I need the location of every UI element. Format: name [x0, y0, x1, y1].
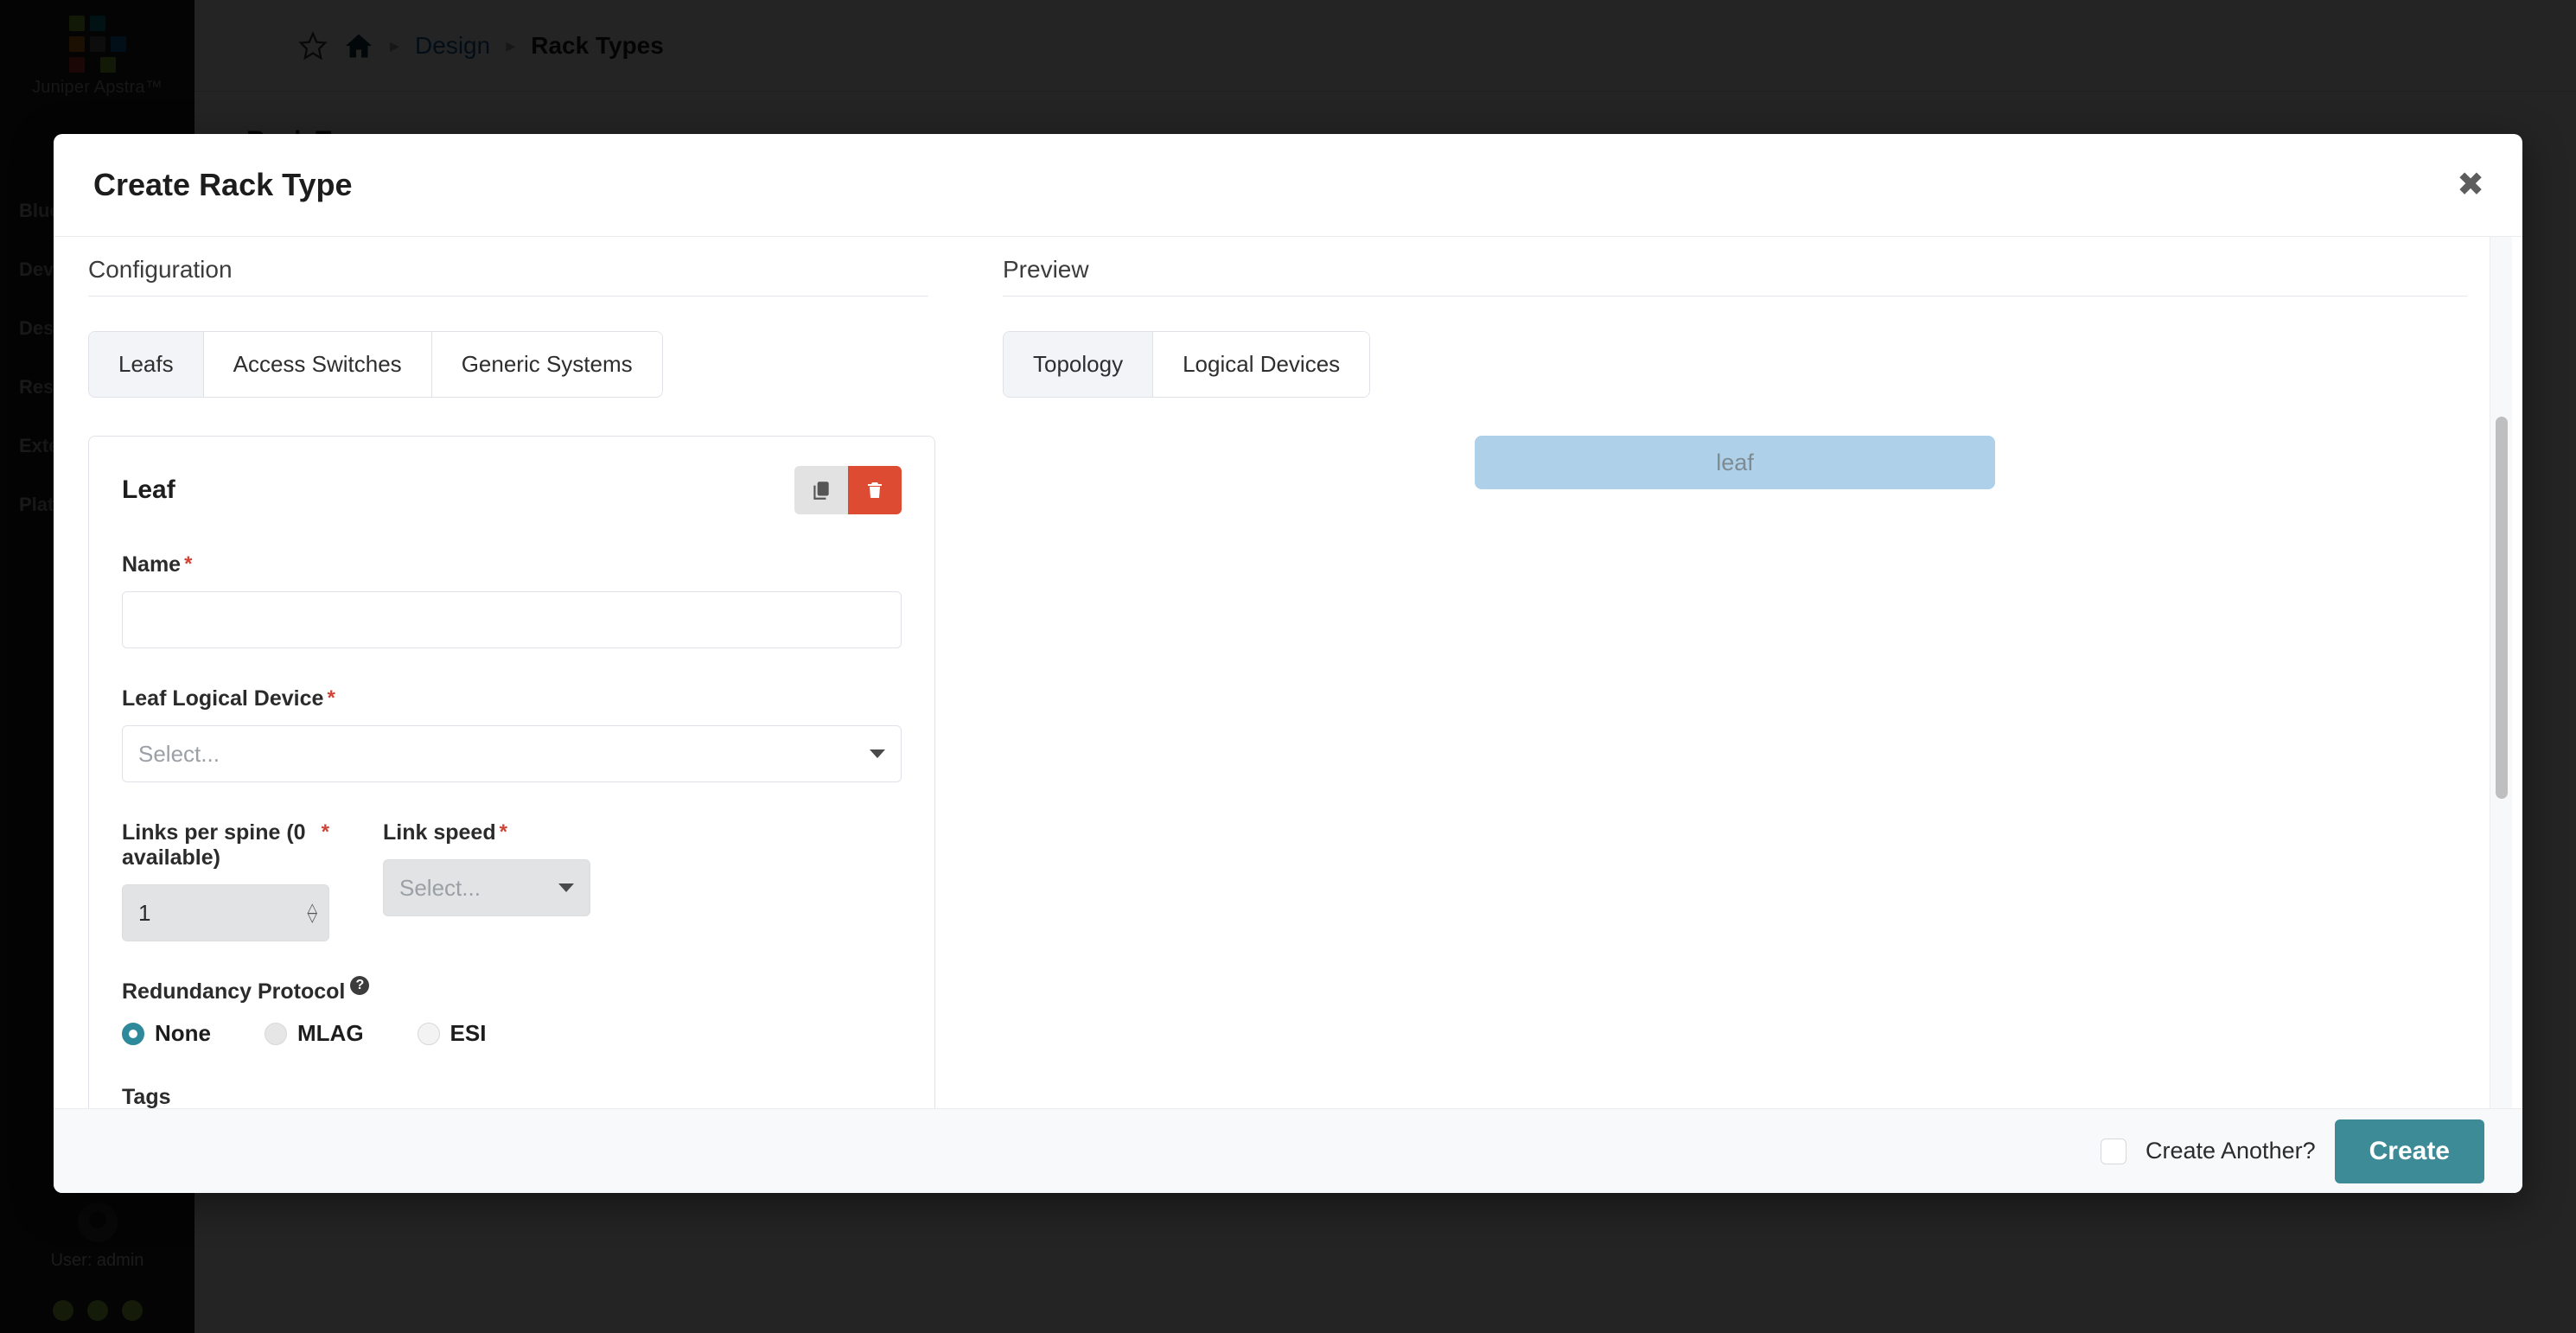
field-links-per-spine: Links per spine (0 available) * △▽ — [122, 820, 329, 941]
create-another-checkbox[interactable] — [2100, 1138, 2126, 1164]
tab-topology[interactable]: Topology — [1004, 332, 1154, 397]
modal-body: Configuration Leafs Access Switches Gene… — [54, 237, 2522, 1108]
tab-leafs[interactable]: Leafs — [89, 332, 204, 397]
modal-footer: Create Another? Create — [54, 1108, 2522, 1193]
required-marker: * — [327, 686, 335, 710]
modal-scrollbar[interactable] — [2490, 237, 2512, 1108]
link-speed-value: Select... — [399, 874, 481, 901]
radio-dot-esi — [417, 1022, 440, 1045]
create-another-label: Create Another? — [2145, 1138, 2316, 1164]
field-leaf-logical-device: Leaf Logical Device * Select... — [122, 686, 902, 782]
link-speed-select[interactable]: Select... — [383, 859, 590, 916]
leaf-logical-device-value: Select... — [138, 740, 220, 767]
help-icon[interactable]: ? — [350, 976, 370, 995]
configuration-panel: Configuration Leafs Access Switches Gene… — [54, 237, 953, 1108]
required-marker: * — [499, 820, 507, 844]
required-marker: * — [184, 552, 193, 576]
configuration-heading: Configuration — [88, 256, 928, 297]
label-tags: Tags — [122, 1085, 171, 1108]
radio-esi[interactable]: ESI — [417, 1020, 486, 1047]
required-marker: * — [321, 820, 329, 844]
modal-title: Create Rack Type — [93, 167, 353, 202]
chevron-down-icon — [870, 749, 885, 758]
preview-panel: Preview Topology Logical Devices leaf — [953, 237, 2522, 1108]
label-link-speed: Link speed * — [383, 820, 507, 845]
topology-canvas: leaf — [1003, 436, 2467, 489]
label-links-per-spine: Links per spine (0 available) * — [122, 820, 329, 870]
label-leaf-logical-device: Leaf Logical Device * — [122, 686, 335, 711]
label-redundancy-protocol: Redundancy Protocol ? — [122, 976, 370, 1005]
tab-access-switches[interactable]: Access Switches — [203, 332, 432, 397]
configuration-tabs: Leafs Access Switches Generic Systems — [88, 331, 663, 398]
preview-tabs: Topology Logical Devices — [1003, 331, 1371, 398]
leaf-card-title: Leaf — [122, 475, 175, 504]
radio-dot-none — [122, 1022, 144, 1045]
tab-generic-systems[interactable]: Generic Systems — [431, 332, 662, 397]
topology-node-leaf[interactable]: leaf — [1475, 436, 1995, 489]
close-icon[interactable]: ✖ — [2457, 169, 2484, 201]
name-input[interactable] — [122, 591, 902, 648]
create-rack-type-modal: Create Rack Type ✖ Configuration Leafs A… — [54, 134, 2522, 1193]
radio-none[interactable]: None — [122, 1020, 211, 1047]
redundancy-protocol-radio-group: None MLAG ESI — [122, 1020, 902, 1047]
label-name: Name * — [122, 552, 193, 577]
chevron-down-icon — [558, 883, 574, 892]
field-name: Name * — [122, 552, 902, 648]
stepper-arrows-icon[interactable]: △ ▽ — [307, 902, 317, 924]
leaf-card-header: Leaf — [122, 466, 902, 514]
modal-scrollbar-thumb[interactable] — [2496, 417, 2508, 799]
clone-icon[interactable] — [794, 466, 848, 514]
links-per-spine-stepper[interactable] — [122, 884, 329, 941]
tab-logical-devices[interactable]: Logical Devices — [1153, 332, 1370, 397]
leaf-card-actions — [794, 466, 902, 514]
leaf-logical-device-select[interactable]: Select... — [122, 725, 902, 782]
preview-heading: Preview — [1003, 256, 2467, 297]
links-row: Links per spine (0 available) * △▽ Link … — [122, 820, 902, 941]
trash-icon[interactable] — [848, 466, 902, 514]
create-button[interactable]: Create — [2334, 1119, 2484, 1183]
leaf-card: Leaf Name * Leaf Logical Device * Select… — [88, 436, 935, 1108]
radio-dot-mlag — [265, 1022, 287, 1045]
modal-header: Create Rack Type ✖ — [54, 134, 2522, 237]
field-redundancy-protocol: Redundancy Protocol ? None MLAG ESI — [122, 976, 902, 1047]
field-link-speed: Link speed * Select... — [383, 820, 590, 941]
radio-mlag[interactable]: MLAG — [265, 1020, 364, 1047]
